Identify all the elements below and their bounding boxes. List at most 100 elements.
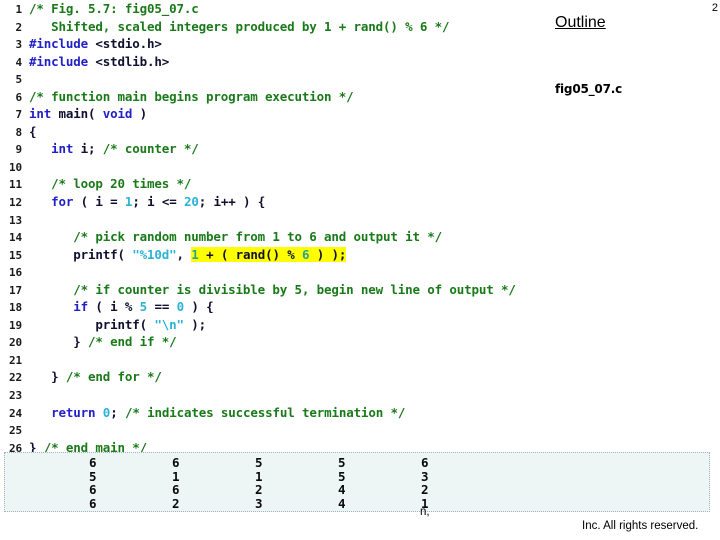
code-token: );	[183, 316, 207, 332]
code-line: 11 /* loop 20 times */	[0, 175, 560, 193]
code-token: return	[51, 404, 96, 420]
code-line: 21	[0, 351, 560, 369]
code-line-source: Shifted, scaled integers produced by 1 +…	[22, 18, 449, 36]
output-value: 6	[172, 482, 180, 498]
code-token: 5	[139, 299, 148, 315]
output-value: 1	[255, 468, 263, 484]
code-line-source: return 0; /* indicates successful termin…	[22, 404, 405, 422]
output-value: 6	[89, 495, 97, 511]
code-line-number: 17	[9, 283, 22, 297]
code-line: 24 return 0; /* indicates successful ter…	[0, 404, 560, 422]
code-line: 8{	[0, 123, 560, 141]
output-column: 5544	[306, 456, 389, 510]
code-line-source: printf( "\n" );	[22, 316, 206, 334]
output-value: 1	[172, 468, 180, 484]
code-line: 17 /* if counter is divisible by 5, begi…	[0, 281, 560, 299]
code-token: }	[29, 369, 66, 385]
output-value: 6	[89, 482, 97, 498]
output-value: 5	[255, 455, 263, 470]
code-token: <stdlib.h>	[95, 53, 170, 69]
code-token: /* counter */	[102, 141, 199, 157]
code-token: if	[73, 299, 89, 315]
outline-heading: Outline	[555, 14, 606, 31]
code-line: 9 int i; /* counter */	[0, 140, 560, 158]
code-token: }	[29, 334, 89, 350]
code-line-number: 3	[15, 38, 23, 52]
code-token: main(	[51, 106, 103, 122]
code-token: 1	[191, 246, 199, 262]
code-line: 20 } /* end if */	[0, 333, 560, 351]
code-line-number: 6	[15, 90, 23, 104]
code-line-source: /* if counter is divisible by 5, begin n…	[22, 281, 516, 299]
code-token: ; i++ ) {	[198, 194, 266, 210]
code-line-number: 13	[9, 213, 22, 227]
code-token: ) );	[309, 246, 347, 262]
code-line-number: 12	[9, 196, 22, 210]
code-line-source: } /* end if */	[22, 333, 177, 351]
code-line-number: 10	[9, 160, 22, 174]
code-line-number: 5	[15, 73, 23, 87]
output-value: 2	[172, 495, 180, 511]
program-output-grid: 65666162512355446321	[57, 456, 472, 510]
code-token: printf(	[29, 316, 155, 332]
code-token: for	[51, 194, 74, 210]
code-line: 19 printf( "\n" );	[0, 316, 560, 334]
code-token: Shifted, scaled integers produced by 1 +…	[29, 18, 450, 34]
code-line-number: 18	[9, 301, 22, 315]
code-line: 14 /* pick random number from 1 to 6 and…	[0, 228, 560, 246]
code-line: 13	[0, 211, 560, 229]
code-line: 4 #include <stdlib.h>	[0, 53, 560, 71]
code-token: printf(	[29, 246, 133, 262]
code-line: 3 #include <stdio.h>	[0, 35, 560, 53]
code-line-source: #include <stdlib.h>	[22, 53, 169, 71]
code-token: int	[51, 141, 74, 157]
code-token: 20	[183, 194, 199, 210]
code-line-number: 21	[9, 353, 22, 367]
code-token: /* function main begins program executio…	[29, 88, 354, 104]
code-token: #include	[29, 36, 89, 52]
code-line: 1 /* Fig. 5.7: fig05_07.c	[0, 0, 560, 18]
code-line-number: 24	[9, 406, 22, 420]
code-token: /* if counter is divisible by 5, begin n…	[73, 281, 516, 297]
code-token: ( i %	[88, 299, 140, 315]
program-output-box: 65666162512355446321	[4, 452, 710, 512]
output-value: 4	[338, 482, 346, 498]
code-token: i;	[73, 141, 103, 157]
code-line-source: for ( i = 1; i <= 20; i++ ) {	[22, 193, 265, 211]
code-line: 12 for ( i = 1; i <= 20; i++ ) {	[0, 193, 560, 211]
code-line: 25	[0, 421, 560, 439]
outline-item-fig05-07-c[interactable]: fig05_07.c	[555, 82, 705, 96]
code-line: 5	[0, 70, 560, 88]
code-token: /* loop 20 times */	[51, 176, 192, 192]
output-value: 6	[421, 455, 429, 470]
code-line-source: printf( "%10d", 1 + ( rand() % 6 ) );	[22, 246, 346, 264]
code-token: /* end if */	[88, 334, 177, 350]
code-listing: 1 /* Fig. 5.7: fig05_07.c 2 Shifted, scale…	[0, 0, 560, 456]
output-value: 5	[338, 455, 346, 470]
output-column: 5123	[223, 456, 306, 510]
code-token: ; i <=	[132, 194, 184, 210]
code-line-number: 15	[9, 248, 22, 262]
output-value: 5	[89, 468, 97, 484]
code-line-source: #include <stdio.h>	[22, 35, 162, 53]
code-token: "\n"	[154, 316, 184, 332]
code-line-number: 8	[15, 125, 23, 139]
code-line-source: /* function main begins program executio…	[22, 88, 354, 106]
code-line-source: if ( i % 5 == 0 ) {	[22, 298, 213, 316]
code-line: 7 int main( void )	[0, 105, 560, 123]
code-line: 10	[0, 158, 560, 176]
output-column: 6162	[140, 456, 223, 510]
code-line-number: 16	[9, 266, 22, 280]
slide-page-number: 2	[711, 2, 718, 14]
code-token: /* pick random number from 1 to 6 and ou…	[73, 229, 443, 245]
code-line: 22 } /* end for */	[0, 368, 560, 386]
output-value: 5	[338, 468, 346, 484]
code-line-source: /* Fig. 5.7: fig05_07.c	[22, 0, 199, 18]
code-token: "%10d"	[132, 246, 177, 262]
